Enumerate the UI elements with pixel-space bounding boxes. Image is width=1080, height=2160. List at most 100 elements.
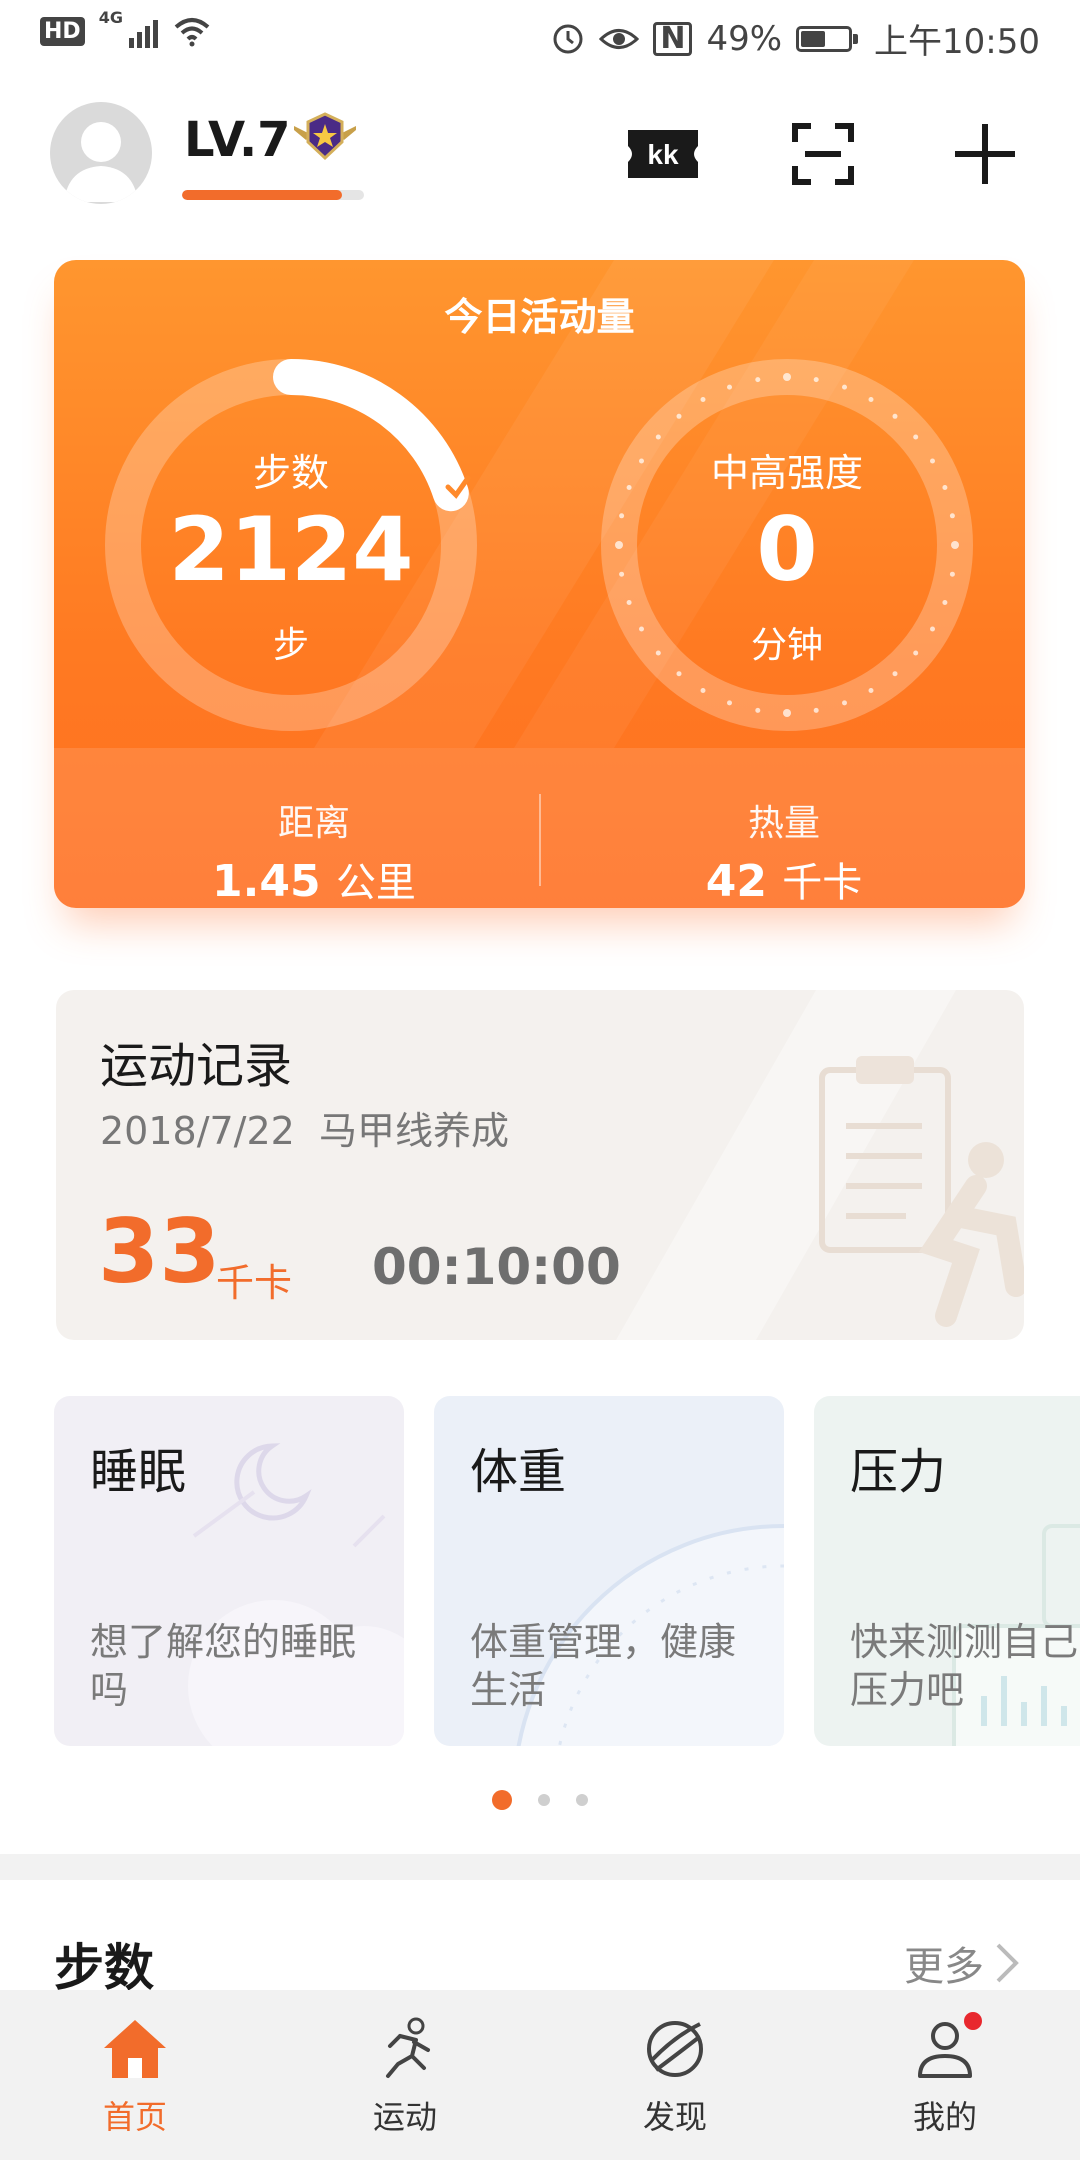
- nfc-icon: N: [653, 21, 693, 56]
- alarm-icon: [553, 24, 583, 53]
- sleep-card-title: 睡眠: [90, 1444, 187, 1500]
- intensity-tick-dot: [727, 384, 732, 390]
- run-icon: [386, 2017, 430, 2078]
- battery-icon: [796, 25, 859, 52]
- activity-title: 今日活动量: [444, 295, 635, 339]
- intensity-tick-dot: [755, 377, 761, 383]
- hd-indicator: HD: [40, 16, 85, 46]
- eye-comfort-icon: [599, 28, 640, 49]
- home-icon: [104, 2020, 166, 2078]
- intensity-tick-dot: [913, 434, 919, 440]
- intensity-tick-dot: [892, 413, 898, 419]
- tab-profile[interactable]: 我的: [810, 1990, 1080, 2160]
- plus-icon: [955, 124, 1015, 184]
- battery-percent: 49%: [706, 18, 783, 59]
- carousel-indicator: [0, 1790, 1080, 1810]
- tab-exercise[interactable]: 运动: [270, 1990, 540, 2160]
- intensity-tick-dot: [813, 707, 819, 713]
- more-label: 更多: [904, 1944, 984, 1990]
- wifi-icon: [174, 18, 210, 47]
- notification-dot: [964, 2012, 982, 2030]
- weight-card-title: 体重: [470, 1444, 567, 1500]
- intensity-ring[interactable]: 中高强度 0 分钟: [600, 358, 974, 732]
- cell-signal-icon: 4G: [99, 8, 158, 48]
- level-badge-icon: [294, 112, 356, 161]
- weight-card-subtitle: 体重管理，健康生活: [470, 1620, 737, 1712]
- calories-value: 42: [705, 856, 767, 907]
- record-duration: 00:10:00: [372, 1238, 621, 1296]
- stress-card-title: 压力: [850, 1444, 947, 1500]
- carousel-dot-1: [492, 1790, 512, 1810]
- intensity-tick-dot: [783, 709, 791, 717]
- record-calories-unit: 千卡: [216, 1261, 293, 1305]
- intensity-tick-dot: [842, 384, 847, 390]
- sleep-card-subtitle: 想了解您的睡眠吗: [90, 1620, 357, 1712]
- clipboard-runner-icon: [819, 1056, 1024, 1327]
- ticket-button[interactable]: kk: [618, 116, 708, 192]
- steps-ring[interactable]: 步数 2124 步: [104, 358, 478, 732]
- more-link[interactable]: 更多: [904, 1934, 1020, 1992]
- weight-card[interactable]: 体重 体重管理，健康生活: [434, 1396, 784, 1746]
- summary-divider: [539, 794, 541, 886]
- record-date: 2018/7/22: [100, 1109, 295, 1153]
- calories-label: 热量: [747, 803, 820, 844]
- activity-card[interactable]: 今日活动量 步数 2124 步 中高强度 0 分钟 距离 1.45 公里 热量 …: [54, 260, 1025, 908]
- sleep-card[interactable]: 睡眠 想了解您的睡眠吗: [54, 1396, 404, 1746]
- intensity-unit: 分钟: [750, 625, 823, 666]
- tab-home[interactable]: 首页: [0, 1990, 270, 2160]
- section-separator: [0, 1854, 1080, 1880]
- intensity-tick-dot: [892, 671, 898, 677]
- intensity-tick-dot: [868, 688, 874, 693]
- carousel-dot-3: [576, 1794, 588, 1806]
- intensity-tick-dot: [783, 373, 791, 381]
- record-subtitle: 2018/7/22 马甲线养成: [100, 1100, 509, 1155]
- status-bar: HD 4G N 49% 上午10:50: [0, 0, 1080, 72]
- tab-home-label: 首页: [102, 2098, 167, 2136]
- scan-button[interactable]: [778, 116, 868, 192]
- default-avatar-icon: [64, 122, 138, 202]
- tab-discover[interactable]: 发现: [540, 1990, 810, 2160]
- intensity-tick-dot: [676, 413, 682, 419]
- scan-icon: [792, 123, 854, 185]
- carousel-dot-2: [538, 1794, 550, 1806]
- intensity-tick-dot: [755, 707, 761, 713]
- intensity-tick-dot: [676, 671, 682, 677]
- user-level[interactable]: LV.7: [184, 112, 291, 168]
- intensity-value: 0: [756, 498, 818, 601]
- distance-stat: 距离 1.45 公里: [104, 794, 524, 908]
- stress-card[interactable]: 压力 快来测测自己的压力吧: [814, 1396, 1080, 1746]
- intensity-tick-dot: [655, 434, 661, 440]
- record-activity-name: 马甲线养成: [319, 1109, 510, 1153]
- intensity-tick-dot: [700, 688, 706, 693]
- tab-exercise-label: 运动: [372, 2098, 437, 2136]
- avatar[interactable]: [50, 102, 152, 204]
- distance-value: 1.45: [212, 856, 321, 907]
- calories-unit: 千卡: [782, 860, 863, 906]
- tab-discover-label: 发现: [642, 2098, 707, 2136]
- intensity-tick-dot: [727, 700, 732, 706]
- record-title: 运动记录: [100, 1038, 293, 1094]
- intensity-tick-dot: [700, 397, 706, 402]
- tab-profile-label: 我的: [912, 2098, 977, 2136]
- clock: 上午10:50: [874, 22, 1040, 62]
- level-progress-bar: [182, 190, 364, 200]
- activity-summary: 距离 1.45 公里 热量 42 千卡: [54, 748, 1025, 908]
- stress-card-subtitle: 快来测测自己的压力吧: [850, 1620, 1080, 1712]
- chevron-right-icon: [996, 1943, 1019, 1983]
- discover-icon: [647, 2021, 703, 2077]
- intensity-tick-dot: [813, 377, 819, 383]
- calories-stat: 热量 42 千卡: [574, 794, 994, 908]
- exercise-record-card[interactable]: 运动记录 2018/7/22 马甲线养成 33 千卡 00:10:00: [56, 990, 1024, 1340]
- bottom-tab-bar: 首页 运动 发现 我的: [0, 1990, 1080, 2160]
- intensity-tick-dot: [842, 700, 847, 706]
- distance-label: 距离: [277, 803, 350, 844]
- record-calories: 33: [98, 1200, 221, 1303]
- intensity-label: 中高强度: [710, 451, 863, 495]
- steps-unit: 步: [272, 625, 309, 666]
- steps-value: 2124: [168, 498, 414, 601]
- steps-label: 步数: [252, 451, 329, 495]
- add-button[interactable]: [940, 116, 1030, 192]
- distance-unit: 公里: [335, 860, 416, 906]
- ticket-icon: kk: [628, 130, 698, 178]
- intensity-tick-dot: [868, 397, 874, 402]
